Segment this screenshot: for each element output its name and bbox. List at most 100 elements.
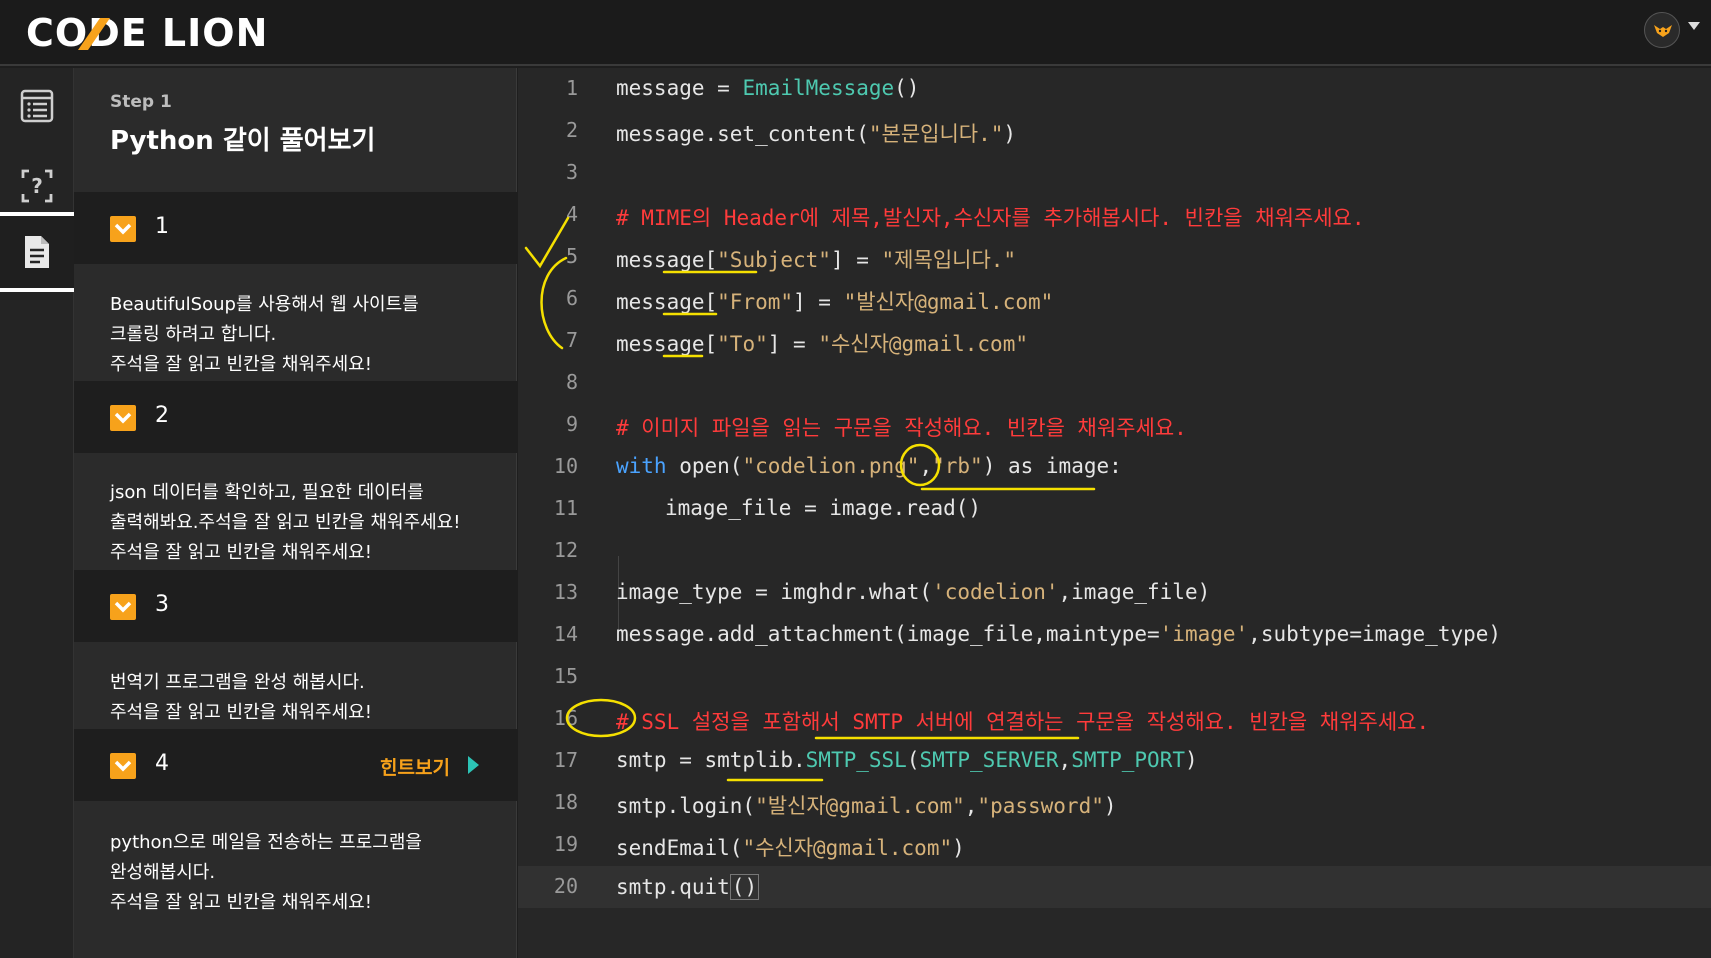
task-desc-3: 번역기 프로그램을 완성 해봅시다. 주석을 잘 읽고 빈칸을 채워주세요! [110,668,500,728]
user-menu-chevron-down-icon[interactable] [1688,22,1700,30]
task-desc-line: 주석을 잘 읽고 빈칸을 채워주세요! [110,892,372,913]
code-line[interactable]: 16 # SSL 설정을 포함해서 SMTP 서버에 연결하는 구문을 작성해요… [518,698,1711,740]
code-token: ) as image: [982,454,1122,478]
line-number: 18 [553,790,578,814]
code-text[interactable]: message["Subject"] = "제목입니다." [616,244,1016,274]
code-line-current[interactable]: 20 smtp.quit() [518,866,1711,908]
document-icon [25,236,49,268]
code-line[interactable]: 18 smtp.login("발신자@gmail.com","password"… [518,782,1711,824]
code-token: "수신자@gmail.com" [742,836,953,860]
code-token: ) [952,836,965,860]
code-token: open( [666,454,743,478]
code-line[interactable]: 5 message["Subject"] = "제목입니다." [518,236,1711,278]
code-line[interactable]: 7 message["To"] = "수신자@gmail.com" [518,320,1711,362]
logo-slash-icon [78,18,110,50]
rail-list-button[interactable] [0,68,74,144]
code-token: ] = [793,290,844,314]
code-line[interactable]: 9 # 이미지 파일을 읽는 구문을 작성해요. 빈칸을 채워주세요. [518,404,1711,446]
code-token: with [616,454,667,478]
code-text[interactable]: image_type = imghdr.what('codelion',imag… [616,580,1210,604]
chevron-check-icon [114,412,132,424]
code-text[interactable]: smtp = smtplib.SMTP_SSL(SMTP_SERVER,SMTP… [616,748,1198,772]
code-line[interactable]: 6 message["From"] = "발신자@gmail.com" [518,278,1711,320]
code-text[interactable]: with open("codelion.png","rb") as image: [616,454,1122,478]
line-number: 19 [553,832,578,856]
code-line[interactable]: 17 smtp = smtplib.SMTP_SSL(SMTP_SERVER,S… [518,740,1711,782]
hint-button[interactable]: 힌트보기 [380,753,450,780]
code-token: "codelion.png" [742,454,920,478]
code-token: smtp.quit [616,875,730,899]
code-line[interactable]: 3 [518,152,1711,194]
code-line[interactable]: 11 image_file = image.read() [518,488,1711,530]
chevron-check-icon [114,760,132,772]
avatar[interactable] [1644,12,1680,48]
task-check-3[interactable] [110,594,136,620]
code-line[interactable]: 2 message.set_content("본문입니다.") [518,110,1711,152]
task-check-1[interactable] [110,216,136,242]
code-line[interactable]: 10 with open("codelion.png","rb") as ima… [518,446,1711,488]
code-text[interactable]: smtp.quit() [616,874,760,900]
code-text[interactable]: message = EmailMessage() [616,76,919,100]
code-line[interactable]: 19 sendEmail("수신자@gmail.com") [518,824,1711,866]
rail-document-button[interactable] [0,212,74,292]
code-token: ] = [767,332,819,356]
line-number: 2 [565,118,578,142]
svg-text:?: ? [31,174,43,198]
code-text[interactable]: message.add_attachment(image_file,mainty… [616,622,1501,646]
task-check-4[interactable] [110,753,136,779]
code-text[interactable]: sendEmail("수신자@gmail.com") [616,832,965,862]
code-token: "To" [717,332,768,356]
code-comment[interactable]: # SSL 설정을 포함해서 SMTP 서버에 연결하는 구문을 작성해요. 빈… [616,706,1429,736]
code-token: "본문입니다." [868,122,1004,146]
code-line[interactable]: 12 [518,530,1711,572]
code-line[interactable]: 8 [518,362,1711,404]
task-number-1: 1 [155,214,169,239]
code-token: message[ [616,290,718,314]
line-number: 9 [565,412,578,436]
code-text[interactable]: smtp.login("발신자@gmail.com","password") [616,790,1117,820]
code-token: , [1058,748,1072,772]
step-label: Step 1 [110,92,172,112]
code-token: ] = [830,248,882,272]
caret-right-icon[interactable] [468,756,479,774]
code-line[interactable]: 15 [518,656,1711,698]
logo[interactable]: CODE LION [26,8,268,58]
code-line[interactable]: 13 image_type = imghdr.what('codelion',i… [518,572,1711,614]
code-token: "password" [977,794,1104,818]
task-header-4[interactable]: 4 힌트보기 [74,729,517,801]
code-token: 'codelion' [932,580,1059,604]
code-line[interactable]: 4 # MIME의 Header에 제목,발신자,수신자를 추가해봅시다. 빈칸… [518,194,1711,236]
code-token: ) [1185,748,1198,772]
task-desc-line: 주석을 잘 읽고 빈칸을 채워주세요! [110,542,372,563]
task-header-2[interactable]: 2 [74,381,517,453]
code-token: "발신자@gmail.com" [755,794,965,818]
code-token: ,image_file) [1058,580,1211,604]
task-desc-4: python으로 메일을 전송하는 프로그램을 완성해봅시다. 주석을 잘 읽고… [110,828,500,918]
task-header-1[interactable]: 1 [74,192,517,264]
task-desc-line: 번역기 프로그램을 완성 해봅시다. [110,672,365,693]
code-token: message.set_content( [616,122,869,146]
line-number: 11 [553,496,578,520]
code-token: "발신자@gmail.com" [843,290,1054,314]
code-text[interactable]: image_file = image.read() [665,496,981,520]
code-line[interactable]: 14 message.add_attachment(image_file,mai… [518,614,1711,656]
chevron-check-icon [114,223,132,235]
code-line[interactable]: 1 message = EmailMessage() [518,68,1711,110]
code-token: 'image' [1159,622,1249,646]
code-token: "rb" [932,454,983,478]
task-check-2[interactable] [110,405,136,431]
task-header-3[interactable]: 3 [74,570,517,642]
logo-text: CODE LION [26,11,269,55]
code-text[interactable]: message["To"] = "수신자@gmail.com" [616,328,1028,358]
code-comment[interactable]: # MIME의 Header에 제목,발신자,수신자를 추가해봅시다. 빈칸을 … [616,202,1365,232]
line-number: 17 [553,748,578,772]
code-text[interactable]: message.set_content("본문입니다.") [616,118,1016,148]
code-token: message.add_attachment(image_file,mainty… [616,622,1160,646]
code-comment[interactable]: # 이미지 파일을 읽는 구문을 작성해요. 빈칸을 채워주세요. [616,412,1187,442]
code-token: SMTP_SSL [805,748,907,772]
code-text[interactable]: message["From"] = "발신자@gmail.com" [616,286,1053,316]
code-editor[interactable]: 1 message = EmailMessage() 2 message.set… [518,68,1711,958]
code-token: , [919,454,933,478]
line-number: 4 [565,202,578,226]
code-token: ) [1003,122,1017,146]
